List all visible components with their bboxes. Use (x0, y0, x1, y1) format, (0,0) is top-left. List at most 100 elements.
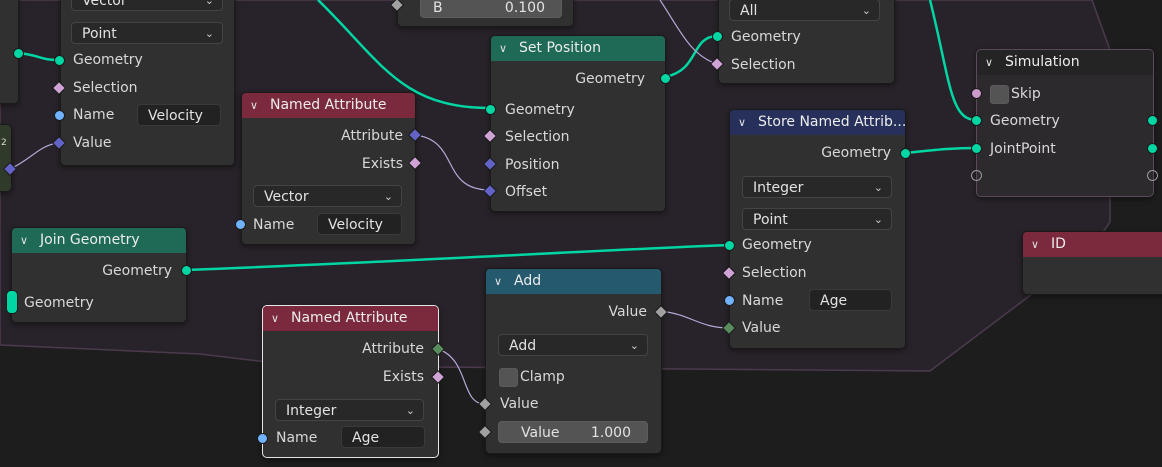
selection-input-label: Selection (505, 129, 570, 145)
value-input-label: Value (742, 320, 781, 336)
geometry-output-socket[interactable] (1147, 115, 1158, 126)
skip-input-socket[interactable] (971, 88, 982, 99)
name-input[interactable]: Age (341, 426, 425, 448)
geometry-input-label: Geometry (505, 102, 575, 118)
clamp-checkbox[interactable] (499, 368, 518, 387)
position-input-label: Position (505, 157, 560, 173)
geometry-input-socket[interactable] (712, 31, 723, 42)
domain-dropdown[interactable]: Point ⌄ (71, 22, 223, 44)
data-type-dropdown[interactable]: Integer ⌄ (742, 176, 892, 198)
name-input-label: Name (73, 107, 115, 123)
data-type-dropdown[interactable]: Vector ⌄ (253, 185, 402, 207)
node-header[interactable]: ∨ Named Attribute (242, 93, 415, 118)
left-partial-node-2[interactable]: 2 (0, 124, 12, 192)
separate-node[interactable]: All ⌄ Geometry Selection (718, 0, 895, 84)
data-type-value: Integer (286, 403, 337, 419)
geometry-input-socket[interactable] (971, 115, 982, 126)
name-input-label: Name (253, 217, 295, 233)
value-input-label: Value (500, 396, 539, 412)
selection-input-label: Selection (731, 57, 796, 73)
name-input[interactable]: Velocity (317, 213, 402, 235)
joint-point-input-socket[interactable] (971, 143, 982, 154)
node-header[interactable]: ∨ Add (486, 269, 661, 294)
geometry-input-label: Geometry (731, 29, 801, 45)
geometry-input-socket[interactable] (54, 55, 65, 66)
domain-dropdown-value: Point (82, 26, 117, 42)
b-field[interactable]: B 0.100 (420, 0, 562, 18)
domain-value: Point (753, 212, 788, 228)
chevron-down-icon[interactable]: ∨ (499, 36, 513, 61)
name-input-socket[interactable] (235, 219, 246, 230)
node-title: Set Position (519, 40, 601, 56)
geometry-multi-input-socket[interactable] (6, 290, 18, 314)
node-title: Join Geometry (40, 232, 140, 248)
node-header[interactable]: ∨ Store Named Attrib... (730, 110, 905, 135)
chevron-down-icon: ⌄ (383, 190, 393, 203)
geometry-output-label: Geometry (102, 263, 172, 279)
b-field-label: B (433, 0, 443, 16)
selection-input-label: Selection (73, 80, 138, 96)
node-header[interactable]: ∨ ID (1023, 232, 1162, 257)
domain-dropdown[interactable]: Point ⌄ (742, 208, 892, 230)
id-node[interactable]: ∨ ID (1022, 231, 1162, 295)
join-geometry-node[interactable]: ∨ Join Geometry Geometry Geometry (11, 227, 187, 323)
chevron-down-icon: ⌄ (873, 181, 883, 194)
value-field-value: 1.000 (590, 425, 631, 441)
data-type-value: Integer (753, 180, 804, 196)
simulation-output-node[interactable]: ∨ Simulation Skip Geometry JointPoint (976, 49, 1154, 197)
node-header[interactable]: ∨ Simulation (977, 50, 1153, 75)
name-input-label: Name (276, 430, 318, 446)
chevron-down-icon[interactable]: ∨ (1031, 232, 1045, 257)
chevron-down-icon[interactable]: ∨ (20, 228, 34, 253)
joint-point-output-socket[interactable] (1147, 143, 1158, 154)
geometry-input-socket[interactable] (485, 104, 496, 115)
empty-output-socket[interactable] (1147, 170, 1158, 181)
name-input-socket[interactable] (54, 110, 65, 121)
data-type-value: Vector (264, 189, 309, 205)
value-field-label: Value (521, 425, 560, 441)
chevron-down-icon[interactable]: ∨ (271, 306, 285, 331)
geometry-input-socket[interactable] (724, 240, 735, 251)
chevron-down-icon[interactable]: ∨ (494, 269, 508, 294)
name-input[interactable]: Age (809, 289, 892, 311)
geometry-input-label: Geometry (24, 295, 94, 311)
operation-value: Add (509, 338, 537, 354)
combine-node[interactable]: B 0.100 (397, 0, 574, 27)
geometry-output-label: Geometry (821, 145, 891, 161)
set-position-node[interactable]: ∨ Set Position Geometry Geometry Selectio… (490, 35, 666, 212)
value-input-field[interactable]: Value 1.000 (498, 421, 648, 443)
node-header[interactable]: ∨ Set Position (491, 36, 665, 61)
chevron-down-icon[interactable]: ∨ (738, 110, 752, 135)
geometry-output-socket[interactable] (660, 73, 671, 84)
name-input-label: Name (742, 293, 784, 309)
chevron-down-icon[interactable]: ∨ (250, 93, 264, 118)
node-title: Add (514, 273, 542, 289)
geometry-output-socket[interactable] (181, 265, 192, 276)
node-editor-canvas[interactable]: Vector ⌄ Point ⌄ Geometry Selection Name V… (0, 0, 1162, 467)
skip-checkbox[interactable] (990, 85, 1009, 104)
name-input-socket[interactable] (724, 295, 735, 306)
name-input[interactable]: Velocity (137, 104, 221, 126)
joint-point-label: JointPoint (990, 141, 1056, 157)
add-math-node[interactable]: ∨ Add Value Add ⌄ Clamp Value Value 1.000 (485, 268, 662, 454)
domain-dropdown-all[interactable]: All ⌄ (729, 0, 880, 21)
data-type-dropdown[interactable]: Integer ⌄ (275, 399, 424, 421)
type-dropdown[interactable]: Vector ⌄ (71, 0, 223, 11)
operation-dropdown[interactable]: Add ⌄ (498, 334, 648, 356)
geometry-label: Geometry (990, 113, 1060, 129)
store-velocity-node[interactable]: Vector ⌄ Point ⌄ Geometry Selection Name V… (60, 0, 235, 166)
selection-input-label: Selection (742, 265, 807, 281)
offset-input-label: Offset (505, 184, 548, 200)
clamp-label: Clamp (520, 369, 565, 385)
node-header[interactable]: ∨ Join Geometry (12, 228, 186, 253)
named-attribute-velocity-node[interactable]: ∨ Named Attribute Attribute Exists Vector… (241, 92, 416, 245)
store-named-attribute-node[interactable]: ∨ Store Named Attrib... Geometry Integer ⌄… (729, 109, 906, 349)
geometry-output-socket[interactable] (900, 148, 911, 159)
geometry-output-socket[interactable] (13, 48, 24, 59)
node-header[interactable]: ∨ Named Attribute (263, 306, 438, 331)
empty-input-socket[interactable] (971, 170, 982, 181)
attribute-output-label: Attribute (341, 128, 403, 144)
name-input-socket[interactable] (257, 433, 268, 444)
chevron-down-icon[interactable]: ∨ (985, 50, 999, 75)
named-attribute-age-node[interactable]: ∨ Named Attribute Attribute Exists Intege… (262, 305, 439, 458)
